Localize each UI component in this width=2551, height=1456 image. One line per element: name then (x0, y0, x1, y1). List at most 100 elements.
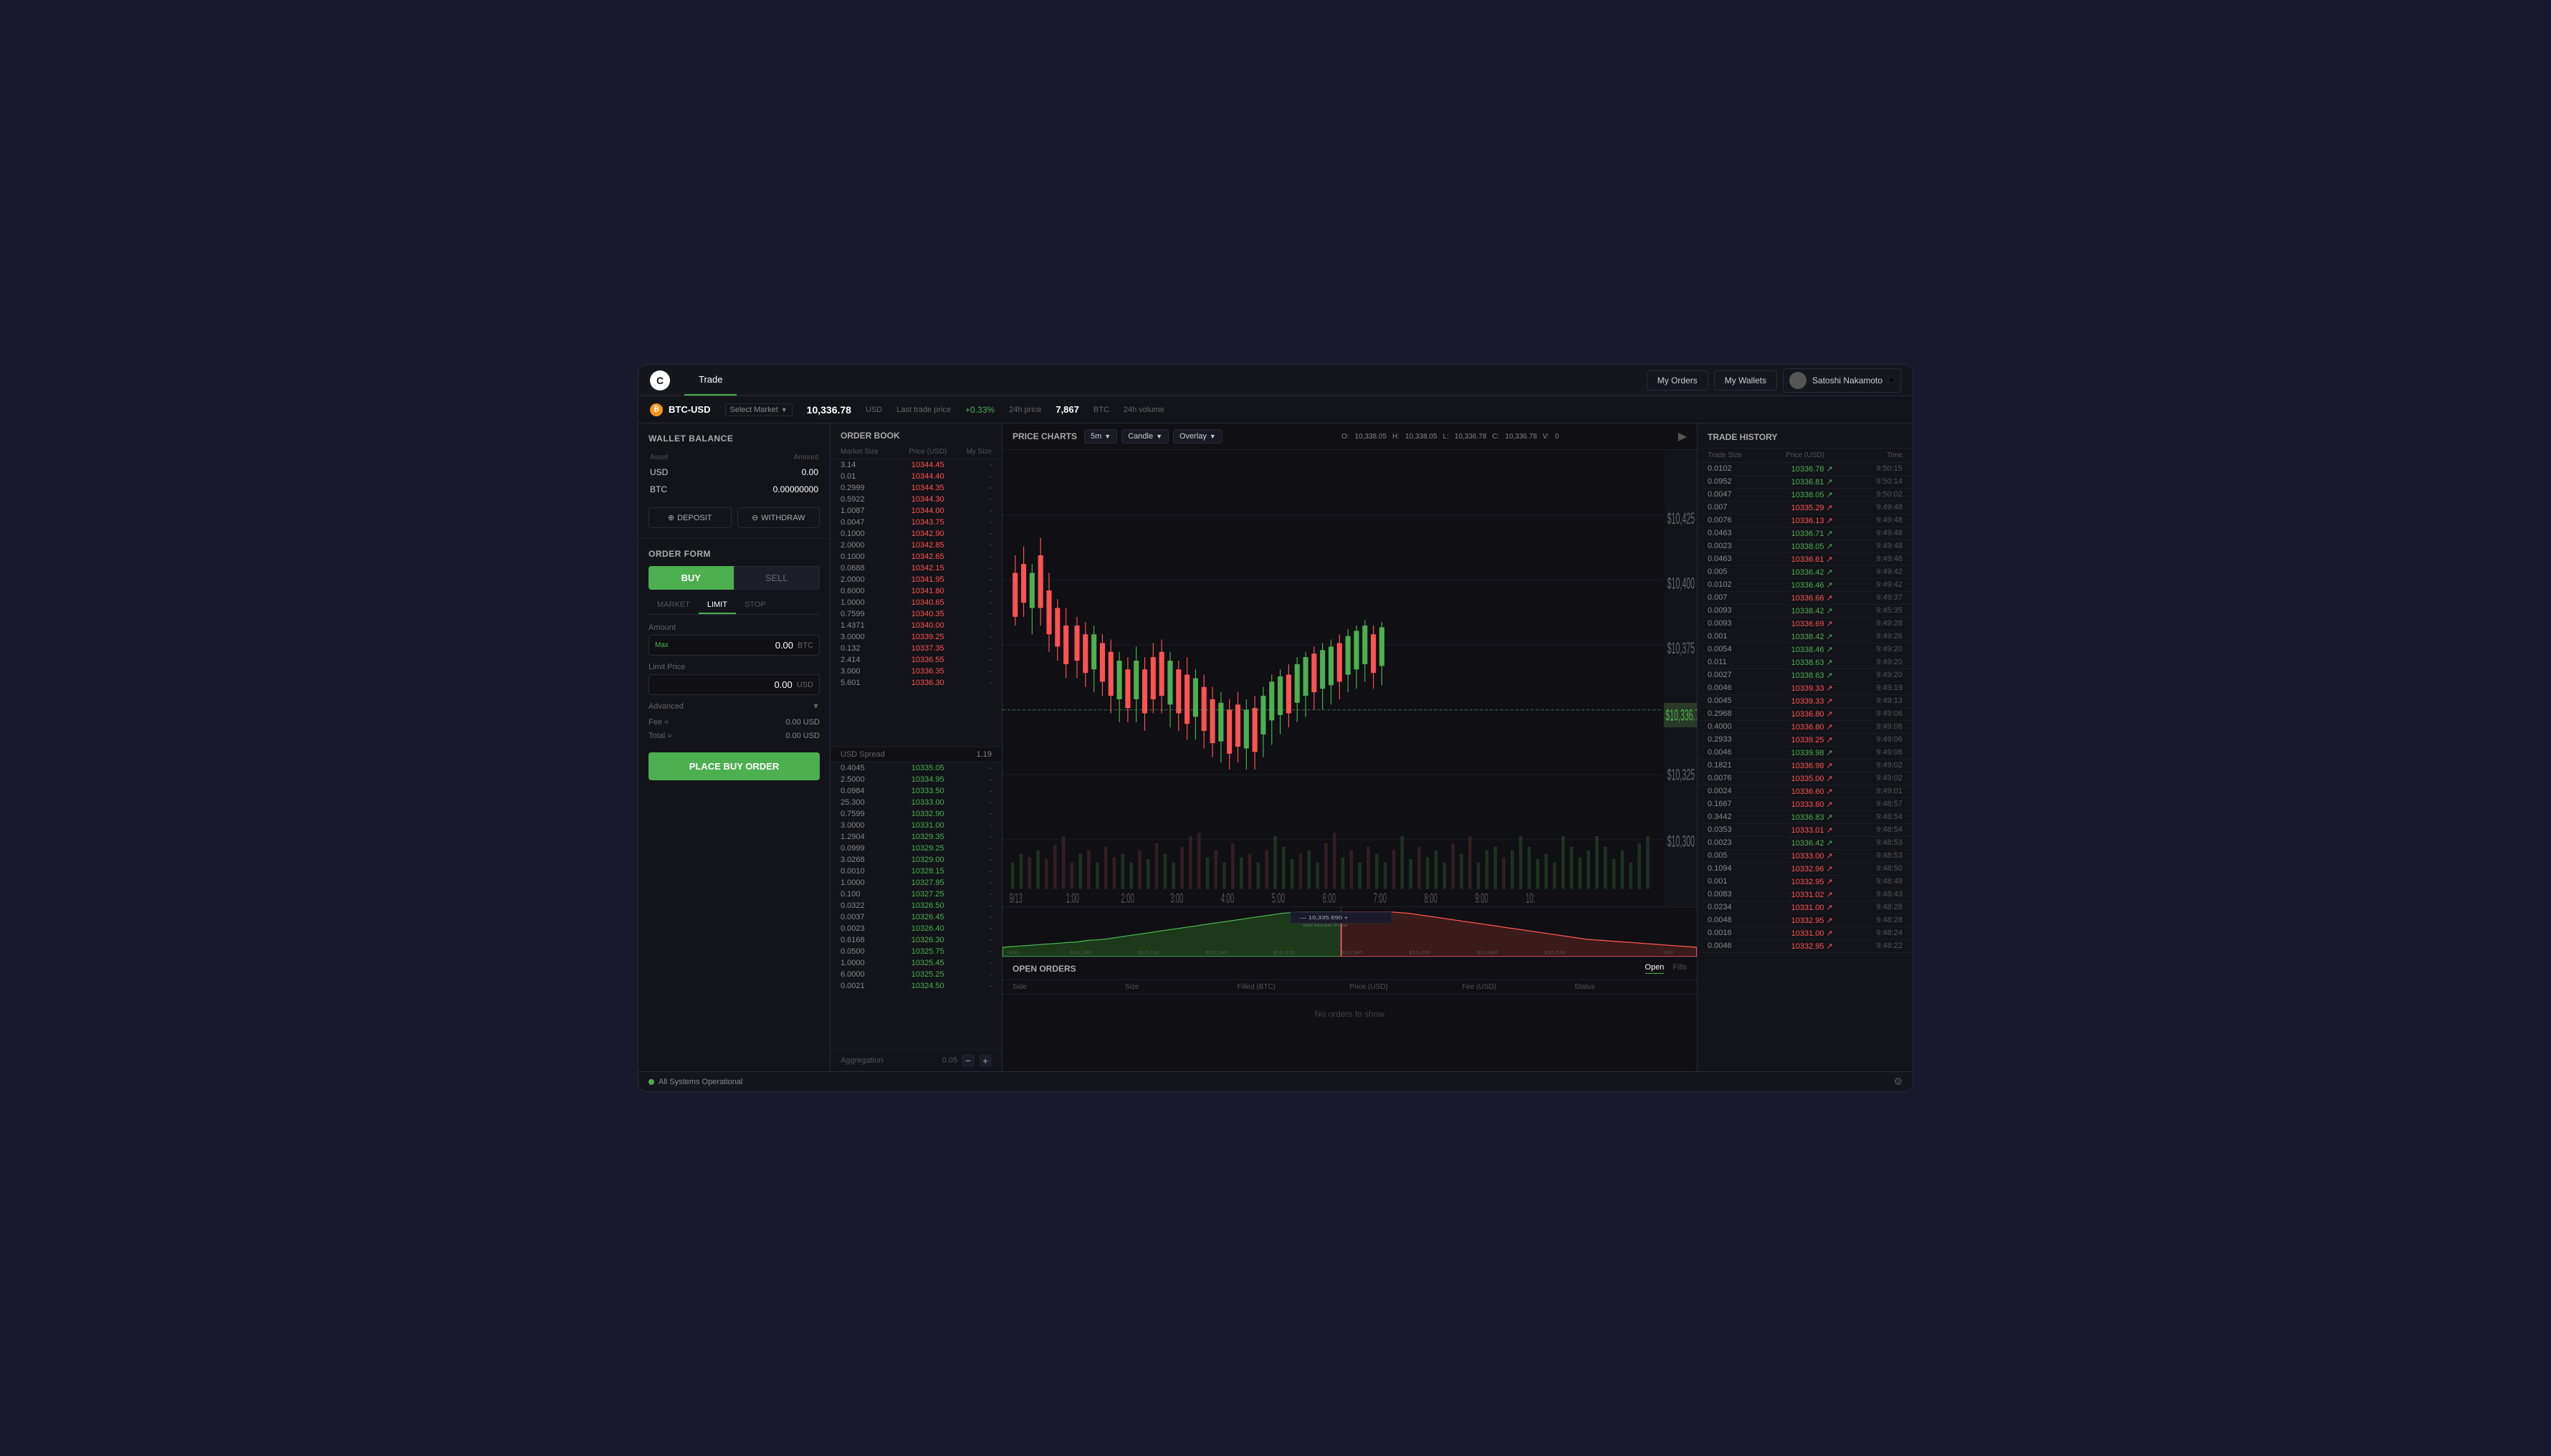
trade-history-row: 0.002310336.42 ↗9:48:53 (1698, 837, 1913, 850)
trade-history-row: 0.182110336.98 ↗9:49:02 (1698, 760, 1913, 772)
aggregation-label: Aggregation (841, 1056, 883, 1065)
settings-icon[interactable]: ⚙ (1893, 1076, 1903, 1088)
app-logo[interactable]: C (650, 370, 670, 391)
oo-col-fee: Fee (USD) (1462, 983, 1574, 991)
order-book-ask-row[interactable]: 2.000010342.85- (831, 540, 1002, 551)
trade-history-row: 0.00710336.66 ↗9:49:37 (1698, 592, 1913, 605)
sell-button[interactable]: SELL (734, 566, 820, 590)
order-book-ask-row[interactable]: 1.008710344.00- (831, 505, 1002, 517)
left-panel: Wallet Balance Asset Amount USD 0.00 (638, 423, 831, 1071)
agg-plus-button[interactable]: + (979, 1054, 992, 1067)
order-book-bid-row[interactable]: 1.000010325.45- (831, 957, 1002, 969)
ob-col-price: Price (USD) (899, 448, 957, 456)
last-price-currency: USD (866, 406, 882, 414)
total-row: Total ≈ 0.00 USD (648, 732, 820, 743)
svg-text:4:00: 4:00 (1221, 891, 1234, 906)
overlay-select[interactable]: Overlay ▼ (1173, 429, 1222, 444)
tab-market[interactable]: MARKET (648, 597, 699, 614)
chevron-down-icon: ▼ (1104, 433, 1111, 440)
c-value: 10,336.78 (1505, 433, 1537, 441)
total-label: Total ≈ (648, 732, 671, 740)
trade-history-row: 0.095210336.81 ↗9:50:14 (1698, 476, 1913, 489)
status-dot (648, 1079, 654, 1085)
order-book-bid-row[interactable]: 0.759910332.90- (831, 808, 1002, 820)
open-orders-title: Open Orders (1013, 964, 1076, 974)
limit-price-input[interactable] (655, 679, 793, 690)
header: C Trade My Orders My Wallets Satoshi Nak… (638, 365, 1913, 396)
order-book-bid-row[interactable]: 3.000010331.00- (831, 820, 1002, 831)
order-book-ask-row[interactable]: 2.000010341.95- (831, 574, 1002, 585)
place-order-button[interactable]: PLACE BUY ORDER (648, 752, 820, 780)
order-book-bid-row[interactable]: 0.002110324.50- (831, 980, 1002, 992)
order-book-bid-row[interactable]: 0.001010328.15- (831, 866, 1002, 877)
wallet-row-usd: USD 0.00 (650, 464, 818, 480)
order-book-ask-row[interactable]: 0.004710343.75- (831, 517, 1002, 528)
order-book-ask-row[interactable]: 0.0110344.40- (831, 471, 1002, 482)
my-orders-button[interactable]: My Orders (1647, 370, 1708, 391)
order-book-ask-row[interactable]: 0.13210337.35- (831, 643, 1002, 654)
chart-type-select[interactable]: Candle ▼ (1121, 429, 1169, 444)
order-book-bid-row[interactable]: 1.000010327.95- (831, 877, 1002, 889)
order-book-bid-row[interactable]: 0.616810326.30- (831, 934, 1002, 946)
tab-limit[interactable]: LIMIT (699, 597, 736, 614)
my-wallets-button[interactable]: My Wallets (1714, 370, 1777, 391)
order-book-ask-row[interactable]: 0.759910340.35- (831, 608, 1002, 620)
amount-input[interactable] (673, 640, 793, 651)
trade-history-row: 0.009310338.42 ↗9:45:35 (1698, 605, 1913, 618)
advanced-toggle[interactable]: Advanced ▼ (648, 702, 820, 711)
order-book-ask-row[interactable]: 1.000010340.65- (831, 597, 1002, 608)
svg-text:9/13: 9/13 (1009, 891, 1022, 906)
order-book-ask-row[interactable]: 2.41410336.55- (831, 654, 1002, 666)
order-book-bid-row[interactable]: 0.032210326.50- (831, 900, 1002, 911)
order-book-col-headers: Market Size Price (USD) My Size (831, 445, 1002, 459)
order-book-ask-row[interactable]: 1.437110340.00- (831, 620, 1002, 631)
order-book-ask-row[interactable]: 0.068810342.15- (831, 562, 1002, 574)
order-book-bid-row[interactable]: 0.002310326.40- (831, 923, 1002, 934)
order-book-ask-row[interactable]: 3.000010339.25- (831, 631, 1002, 643)
withdraw-button[interactable]: ⊖ WITHDRAW (737, 507, 820, 528)
candlestick-chart[interactable]: $10,425 $10,400 $10,375 $10,350 $10,336.… (1002, 450, 1697, 906)
agg-minus-button[interactable]: − (962, 1054, 975, 1067)
market-select[interactable]: Select Market ▼ (725, 403, 793, 416)
order-book-bid-row[interactable]: 6.000010325.25- (831, 969, 1002, 980)
trade-history-row: 0.046310336.61 ↗9:49:48 (1698, 553, 1913, 566)
max-link[interactable]: Max (655, 641, 669, 649)
deposit-button[interactable]: ⊕ DEPOSIT (648, 507, 732, 528)
order-book-bid-row[interactable]: 25.30010333.00- (831, 797, 1002, 808)
svg-text:2:00: 2:00 (1121, 891, 1134, 906)
order-book-bid-row[interactable]: 0.099910329.25- (831, 843, 1002, 854)
order-book-ask-row[interactable]: 0.299910344.35- (831, 482, 1002, 494)
order-book-bid-row[interactable]: 0.098410333.50- (831, 785, 1002, 797)
order-book-ask-row[interactable]: 0.100010342.65- (831, 551, 1002, 562)
tab-fills[interactable]: Fills (1672, 963, 1687, 974)
order-book-ask-row[interactable]: 3.00010336.35- (831, 666, 1002, 677)
order-book-ask-row[interactable]: 0.100010342.90- (831, 528, 1002, 540)
header-right: My Orders My Wallets Satoshi Nakamoto ▼ (1647, 368, 1901, 393)
order-book-bid-row[interactable]: 1.290410329.35- (831, 831, 1002, 843)
ohlcv-display: O: 10,338.05 H: 10,338.05 L: 10,336.78 C… (1341, 433, 1559, 441)
order-book-bid-row[interactable]: 0.404510335.05- (831, 762, 1002, 774)
chart-nav-right[interactable]: ▶ (1678, 429, 1687, 444)
tab-open[interactable]: Open (1645, 963, 1665, 974)
th-col-size: Trade Size (1708, 451, 1773, 459)
l-value: 10,336.78 (1455, 433, 1487, 441)
chart-controls: 5m ▼ Candle ▼ Overlay ▼ (1084, 429, 1222, 444)
volume-currency: BTC (1093, 406, 1109, 414)
order-book-bid-row[interactable]: 0.050010325.75- (831, 946, 1002, 957)
trade-history-row: 0.00510333.00 ↗9:48:53 (1698, 850, 1913, 863)
order-book-ask-row[interactable]: 0.600010341.80- (831, 585, 1002, 597)
timeframe-select[interactable]: 5m ▼ (1084, 429, 1117, 444)
order-book-ask-row[interactable]: 5.60110336.30- (831, 677, 1002, 689)
order-book-ask-row[interactable]: 0.592210344.30- (831, 494, 1002, 505)
limit-price-group: Limit Price USD (648, 663, 820, 695)
order-book-bid-row[interactable]: 3.026810329.00- (831, 854, 1002, 866)
nav-tab-trade[interactable]: Trade (684, 365, 737, 396)
buy-button[interactable]: BUY (648, 566, 734, 590)
tab-stop[interactable]: STOP (736, 597, 775, 614)
order-book-bid-row[interactable]: 2.500010334.95- (831, 774, 1002, 785)
order-book-bid-row[interactable]: 0.10010327.25- (831, 889, 1002, 900)
last-price-label: Last trade price (896, 406, 951, 414)
user-menu[interactable]: Satoshi Nakamoto ▼ (1783, 368, 1901, 393)
order-book-ask-row[interactable]: 3.1410344.45- (831, 459, 1002, 471)
order-book-bid-row[interactable]: 0.003710326.45- (831, 911, 1002, 923)
